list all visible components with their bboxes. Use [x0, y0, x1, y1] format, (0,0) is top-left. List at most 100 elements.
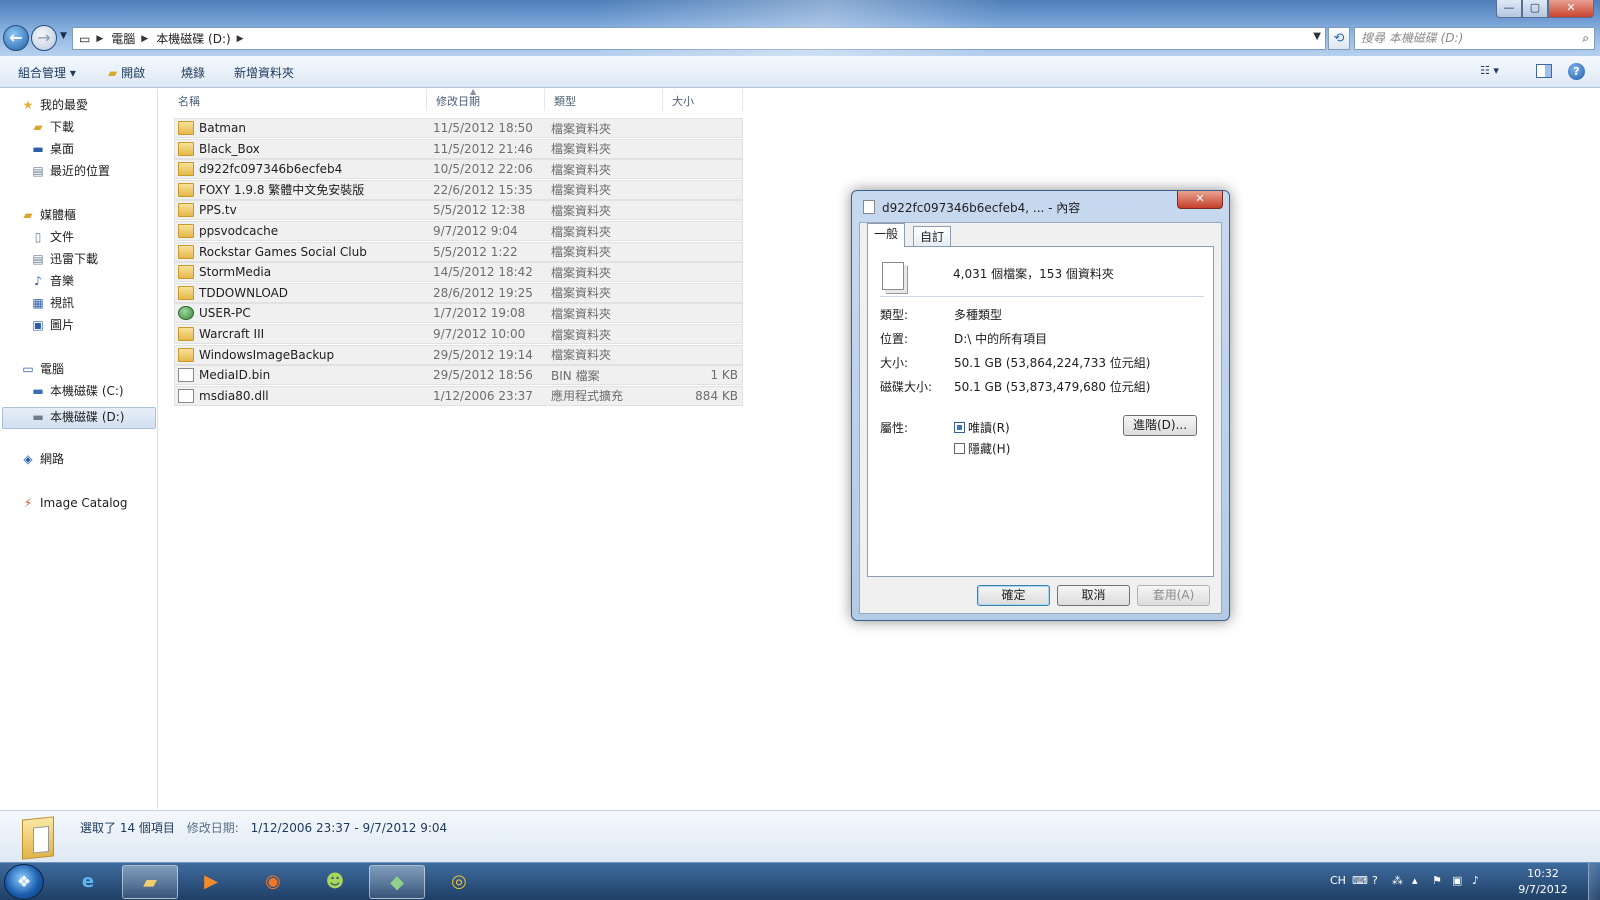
- clock[interactable]: 10:32 9/7/2012: [1508, 866, 1578, 898]
- breadcrumb-computer[interactable]: 電腦: [111, 30, 135, 47]
- start-button[interactable]: ❖: [4, 864, 44, 900]
- file-type: 檔案資料夾: [551, 265, 612, 280]
- help-icon[interactable]: ?: [1568, 63, 1585, 80]
- column-divider[interactable]: [544, 89, 545, 111]
- location-value: D:\ 中的所有項目: [954, 332, 1048, 346]
- column-size[interactable]: 大小: [672, 93, 694, 109]
- readonly-checkbox[interactable]: 唯讀(R): [954, 419, 1010, 436]
- apply-button[interactable]: 套用(A): [1137, 585, 1210, 606]
- file-row[interactable]: Batman 11/5/2012 18:50 檔案資料夾: [174, 118, 743, 138]
- taskbar-explorer[interactable]: ▰: [122, 865, 178, 899]
- refresh-button[interactable]: ⟲: [1328, 27, 1350, 50]
- breadcrumb-separator-icon[interactable]: ▶: [141, 34, 148, 44]
- disk-size-label: 磁碟大小:: [880, 380, 933, 394]
- ok-button[interactable]: 確定: [977, 585, 1050, 606]
- breadcrumb-drive-d[interactable]: 本機磁碟 (D:): [156, 30, 230, 47]
- hidden-checkbox[interactable]: 隱藏(H): [954, 440, 1010, 457]
- file-row[interactable]: MediaID.bin 29/5/2012 18:56 BIN 檔案 1 KB: [174, 365, 743, 386]
- nav-network[interactable]: ◈ 網路: [20, 449, 64, 469]
- selection-count: 選取了 14 個項目: [80, 821, 175, 835]
- volume-icon[interactable]: ♪: [1472, 874, 1479, 887]
- file-row[interactable]: d922fc097346b6ecfeb4 10/5/2012 22:06 檔案資料夾: [174, 159, 743, 180]
- help-tray-icon[interactable]: ?: [1372, 874, 1378, 887]
- change-view-button[interactable]: ☷ ▾: [1480, 64, 1499, 77]
- dialog-close-button[interactable]: ✕: [1177, 191, 1223, 209]
- navigation-pane: ★ 我的最愛 ▰ 下載 ▬ 桌面 ▤ 最近的位置 ▰ 媒體櫃 ▯ 文件 ▤ 迅雷下載 ♪ 音樂 …: [0, 89, 158, 809]
- language-indicator[interactable]: CH: [1330, 874, 1346, 887]
- recent-pages-dropdown[interactable]: ▼: [60, 31, 67, 41]
- nav-drive-c[interactable]: ▬ 本機磁碟 (C:): [30, 381, 123, 401]
- action-center-flag-icon[interactable]: ⚑: [1432, 874, 1442, 887]
- nav-thunder-downloads[interactable]: ▤ 迅雷下載: [30, 249, 98, 269]
- breadcrumb-separator-icon[interactable]: ▶: [96, 34, 103, 44]
- nav-pictures[interactable]: ▣ 圖片: [30, 315, 74, 335]
- column-divider[interactable]: [662, 89, 663, 111]
- breadcrumb-separator-icon[interactable]: ▶: [237, 34, 244, 44]
- file-row[interactable]: Rockstar Games Social Club 5/5/2012 1:22 檔…: [174, 241, 743, 262]
- minimize-button[interactable]: —: [1496, 0, 1522, 18]
- column-divider[interactable]: [742, 89, 743, 111]
- file-row[interactable]: Black_Box 11/5/2012 21:46 檔案資料夾: [174, 138, 743, 159]
- maximize-button[interactable]: ▢: [1522, 0, 1548, 18]
- nav-computer[interactable]: ▭ 電腦: [20, 359, 64, 379]
- burn-button[interactable]: 燒錄: [181, 64, 205, 81]
- address-bar[interactable]: ▭ ▶ 電腦 ▶ 本機磁碟 (D:) ▶ ▼: [72, 27, 1326, 50]
- taskbar-firefox[interactable]: ◉: [245, 865, 301, 899]
- nav-music[interactable]: ♪ 音樂: [30, 271, 74, 291]
- internet-explorer-icon: e: [81, 871, 95, 892]
- column-divider[interactable]: [426, 89, 427, 111]
- file-row[interactable]: Warcraft III 9/7/2012 10:00 檔案資料夾: [174, 324, 743, 344]
- attributes-label: 屬性:: [880, 421, 909, 435]
- nav-image-catalog[interactable]: ⚡ Image Catalog: [20, 493, 128, 513]
- nav-desktop[interactable]: ▬ 桌面: [30, 139, 74, 159]
- network-status-icon[interactable]: ▣: [1452, 874, 1462, 887]
- taskbar-chrome[interactable]: ◎: [431, 865, 487, 899]
- taskbar-app[interactable]: ◆: [369, 865, 425, 899]
- file-row[interactable]: StormMedia 14/5/2012 18:42 檔案資料夾: [174, 262, 743, 283]
- file-row[interactable]: PPS.tv 5/5/2012 12:38 檔案資料夾: [174, 200, 743, 221]
- folder-icon: [178, 285, 194, 300]
- desktop-icon: ▬: [32, 142, 44, 156]
- nav-recent[interactable]: ▤ 最近的位置: [30, 161, 110, 181]
- forward-button[interactable]: →: [31, 25, 57, 51]
- address-dropdown-icon[interactable]: ▼: [1313, 31, 1321, 42]
- taskbar-chat-app[interactable]: ☻: [307, 865, 363, 899]
- keyboard-icon[interactable]: ⌨: [1352, 874, 1368, 887]
- open-button[interactable]: ▰ 開啟: [108, 64, 145, 81]
- nav-favorites[interactable]: ★ 我的最愛: [20, 95, 88, 115]
- column-type[interactable]: 類型: [554, 93, 576, 109]
- nav-documents[interactable]: ▯ 文件: [30, 227, 74, 247]
- advanced-button[interactable]: 進階(D)...: [1123, 415, 1197, 436]
- file-row[interactable]: WindowsImageBackup 29/5/2012 19:14 檔案資料夾: [174, 344, 743, 365]
- nav-libraries[interactable]: ▰ 媒體櫃: [20, 205, 76, 225]
- column-name[interactable]: 名稱: [178, 93, 200, 109]
- dialog-title: d922fc097346b6ecfeb4, ... - 內容: [882, 201, 1081, 215]
- column-date[interactable]: 修改日期: [436, 93, 480, 109]
- show-hidden-icons-icon[interactable]: ▴: [1412, 874, 1418, 887]
- file-row[interactable]: USER-PC 1/7/2012 19:08 檔案資料夾: [174, 303, 743, 324]
- taskbar-media-player[interactable]: ▶: [183, 865, 239, 899]
- tab-general[interactable]: 一般: [867, 223, 906, 247]
- search-input[interactable]: 搜尋 本機磁碟 (D:) ⌕: [1354, 27, 1595, 50]
- size-value: 50.1 GB (53,864,224,733 位元組): [954, 356, 1151, 370]
- file-row[interactable]: ppsvodcache 9/7/2012 9:04 檔案資料夾: [174, 221, 743, 241]
- new-folder-button[interactable]: 新增資料夾: [234, 64, 294, 81]
- ime-icon[interactable]: ⁂: [1392, 874, 1403, 887]
- organize-button[interactable]: 組合管理 ▾: [18, 64, 76, 81]
- file-row[interactable]: FOXY 1.9.8 繁體中文免安裝版 22/6/2012 15:35 檔案資料夾: [174, 179, 743, 200]
- back-button[interactable]: ←: [3, 25, 29, 51]
- nav-videos[interactable]: ▦ 視訊: [30, 293, 74, 313]
- preview-pane-icon[interactable]: [1536, 64, 1552, 78]
- file-date: 14/5/2012 18:42: [433, 265, 533, 280]
- taskbar-internet-explorer[interactable]: e: [60, 865, 116, 899]
- cancel-button[interactable]: 取消: [1057, 585, 1130, 606]
- open-label: 開啟: [121, 66, 146, 80]
- tab-custom[interactable]: 自訂: [913, 226, 952, 247]
- file-row[interactable]: msdia80.dll 1/12/2006 23:37 應用程式擴充 884 KB: [174, 385, 743, 406]
- search-icon[interactable]: ⌕: [1582, 28, 1589, 49]
- nav-downloads[interactable]: ▰ 下載: [30, 117, 74, 137]
- nav-drive-d[interactable]: ▬ 本機磁碟 (D:): [30, 407, 124, 427]
- file-row[interactable]: TDDOWNLOAD 28/6/2012 19:25 檔案資料夾: [174, 282, 743, 303]
- show-desktop-button[interactable]: [1588, 863, 1600, 900]
- close-window-button[interactable]: ✕: [1548, 0, 1594, 18]
